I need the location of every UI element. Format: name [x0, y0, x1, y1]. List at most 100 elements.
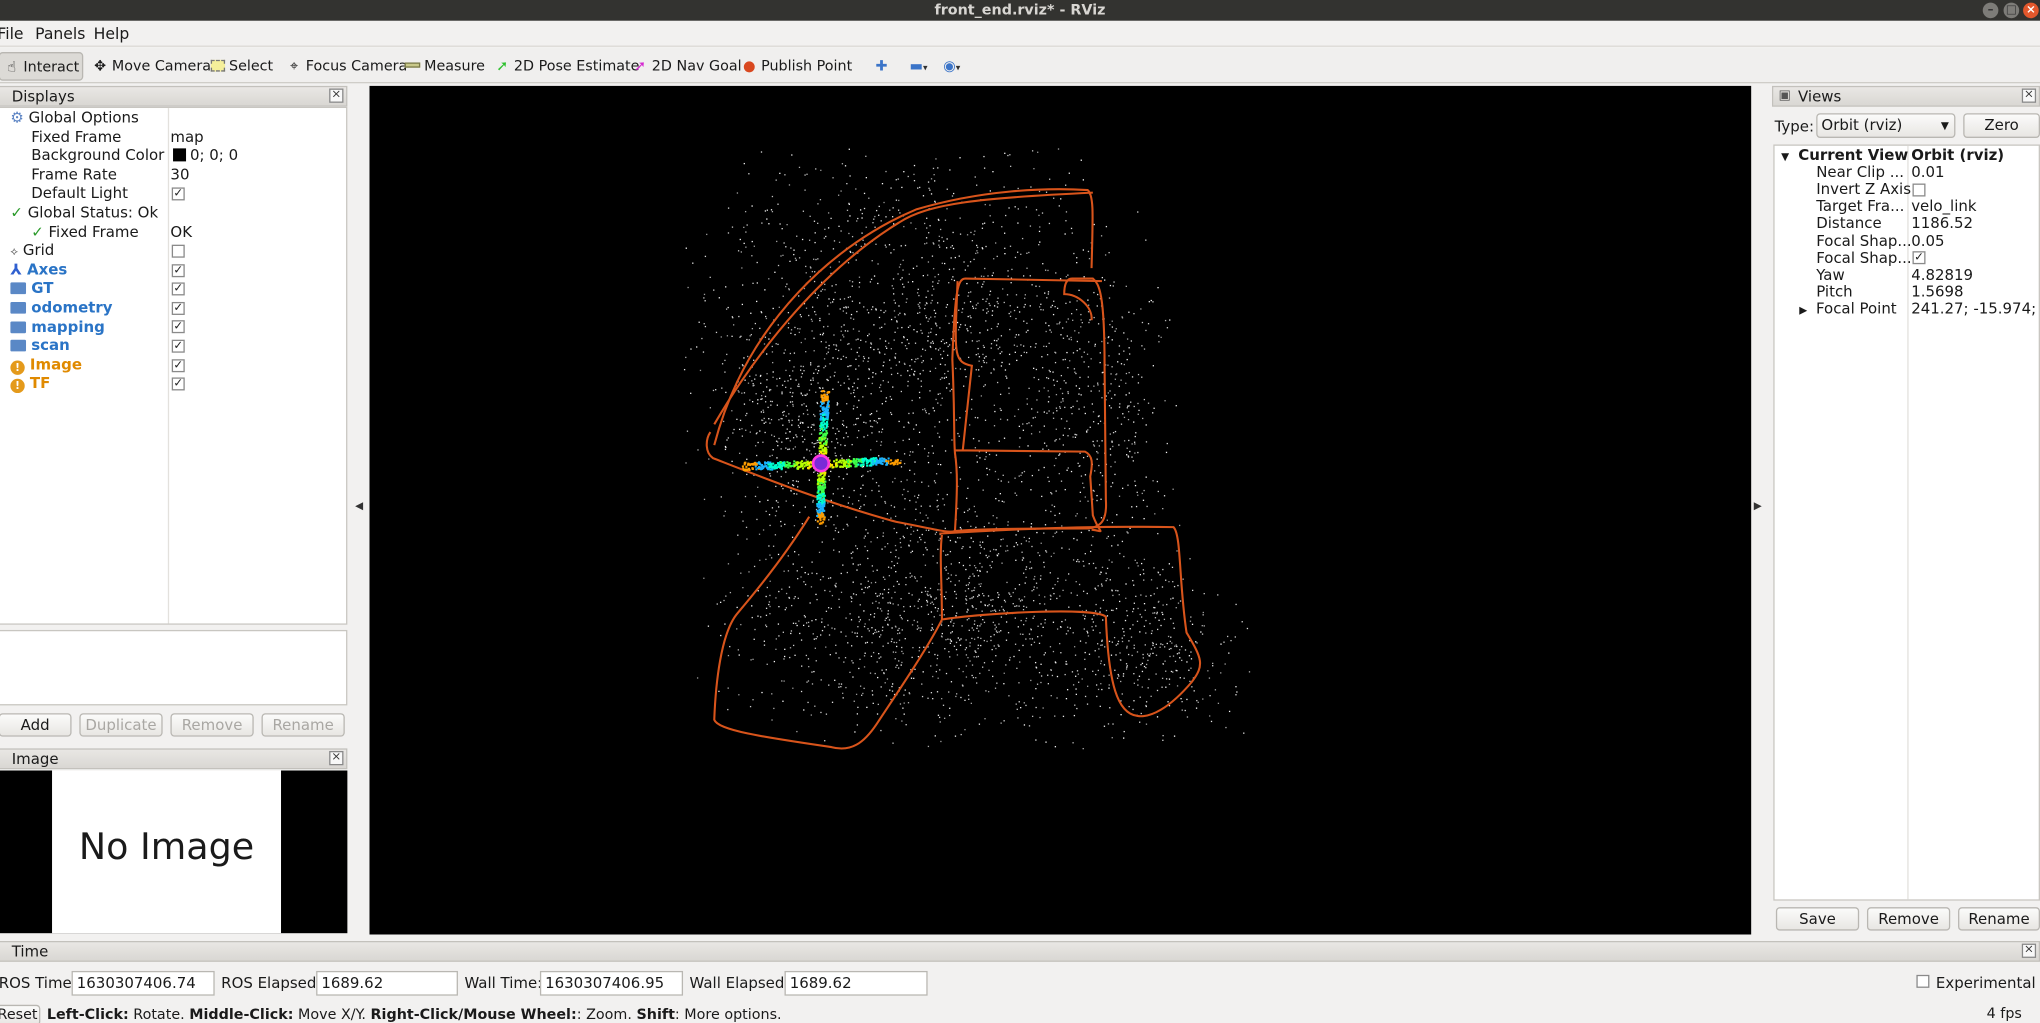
remove-display-button[interactable]: Remove — [170, 713, 254, 737]
map-point — [945, 569, 947, 571]
pose-estimate-tool[interactable]: ➚ 2D Pose Estimate — [490, 52, 639, 81]
map-point — [885, 170, 887, 173]
map-point — [908, 273, 910, 275]
map-point — [1045, 551, 1048, 553]
background-color-value[interactable]: 0; 0; 0 — [173, 146, 238, 165]
map-point — [980, 637, 982, 640]
default-light-checkbox[interactable]: ✓ — [171, 187, 185, 201]
close-icon[interactable]: × — [2021, 88, 2037, 103]
map-point — [1122, 413, 1124, 415]
add-tool-icon[interactable]: ✚ — [860, 52, 888, 81]
near-clip-value[interactable]: 0.01 — [1911, 163, 1944, 182]
map-point — [804, 572, 806, 574]
map-point — [922, 408, 924, 411]
focal-point-value[interactable]: 241.27; -15.974; ... — [1911, 299, 2040, 318]
display-item-axes[interactable]: ⅄ Axes — [10, 260, 67, 279]
display-item-grid[interactable]: ⟡ Grid — [10, 241, 54, 260]
scan-point — [821, 411, 824, 415]
reset-button[interactable]: Reset — [0, 1004, 41, 1023]
focal-shape-fixed-checkbox[interactable]: ✓ — [1912, 251, 1926, 265]
axes-checkbox[interactable]: ✓ — [171, 264, 185, 278]
gt-checkbox[interactable]: ✓ — [171, 282, 185, 296]
focus-camera-tool[interactable]: ⌖ Focus Camera — [282, 52, 407, 81]
map-point — [946, 208, 948, 210]
remove-view-button[interactable]: Remove — [1866, 907, 1951, 931]
mapping-checkbox[interactable]: ✓ — [171, 320, 185, 334]
display-item-odometry[interactable]: odometry — [10, 298, 113, 317]
frame-rate-value[interactable]: 30 — [170, 165, 189, 184]
map-point — [934, 201, 936, 203]
focal-point-row[interactable]: ▶ Focal Point — [1799, 299, 1896, 318]
map-point — [1008, 207, 1010, 209]
maximize-icon[interactable]: □ — [2003, 2, 2020, 19]
right-splitter-arrow-icon[interactable]: ▶ — [1754, 500, 1762, 512]
map-point — [1189, 558, 1191, 560]
add-display-button[interactable]: Add — [0, 713, 72, 737]
camera-type-icon[interactable]: ◉▾ — [928, 52, 960, 81]
display-item-mapping[interactable]: mapping — [10, 317, 105, 336]
experimental-checkbox[interactable] — [1916, 974, 1930, 988]
map-point — [783, 655, 786, 658]
zero-button[interactable]: Zero — [1963, 113, 2040, 138]
map-point — [762, 441, 764, 443]
grid-checkbox[interactable] — [171, 244, 185, 258]
map-point — [1134, 452, 1136, 454]
menu-file[interactable]: File — [0, 25, 24, 43]
map-point — [1078, 408, 1080, 410]
menu-help[interactable]: Help — [94, 25, 130, 43]
move-camera-tool[interactable]: ✥ Move Camera — [88, 52, 211, 81]
focal-shape-size-value[interactable]: 0.05 — [1911, 231, 1944, 250]
map-point — [939, 378, 942, 381]
ros-elapsed-field[interactable]: 1689.62 — [316, 970, 458, 996]
select-tool[interactable]: Select — [206, 52, 273, 81]
render-viewport[interactable] — [369, 85, 1752, 935]
fixed-frame-value[interactable]: map — [170, 127, 203, 146]
global-options-row[interactable]: ⚙ Global Options — [10, 108, 138, 127]
ros-time-field[interactable]: 1630307406.74 — [71, 970, 215, 996]
map-point — [875, 209, 878, 212]
wall-time-field[interactable]: 1630307406.95 — [539, 970, 684, 996]
measure-tool[interactable]: Measure — [401, 52, 485, 81]
close-icon[interactable]: × — [329, 750, 344, 766]
map-point — [1076, 257, 1078, 259]
map-point — [752, 658, 754, 661]
map-point — [823, 626, 826, 628]
duplicate-display-button[interactable]: Duplicate — [79, 713, 163, 737]
map-point — [1126, 614, 1129, 617]
scan-checkbox[interactable]: ✓ — [171, 339, 185, 353]
invert-z-checkbox[interactable] — [1912, 183, 1926, 197]
display-item-gt[interactable]: GT — [10, 279, 53, 298]
display-item-image[interactable]: ! Image — [10, 355, 82, 375]
close-icon[interactable]: × — [2021, 943, 2037, 958]
wall-elapsed-field[interactable]: 1689.62 — [784, 970, 928, 996]
map-point — [1095, 625, 1097, 627]
close-icon[interactable]: × — [329, 88, 344, 103]
map-point — [927, 590, 929, 593]
save-view-button[interactable]: Save — [1775, 907, 1860, 931]
view-type-select[interactable]: Orbit (rviz) ▼ — [1816, 113, 1956, 138]
map-point — [909, 469, 911, 472]
rename-view-button[interactable]: Rename — [1958, 907, 2040, 931]
rename-display-button[interactable]: Rename — [261, 713, 345, 737]
map-point — [1003, 610, 1005, 612]
display-item-tf[interactable]: ! TF — [10, 374, 50, 394]
nav-goal-tool[interactable]: ➚ 2D Nav Goal — [628, 52, 741, 81]
odometry-checkbox[interactable]: ✓ — [171, 301, 185, 315]
menu-panels[interactable]: Panels — [35, 25, 85, 43]
publish-point-tool[interactable]: ● Publish Point — [738, 52, 852, 81]
map-point — [937, 349, 940, 351]
minimize-icon[interactable]: – — [1982, 2, 1999, 19]
map-point — [815, 593, 817, 596]
global-status-row[interactable]: ✓ Global Status: Ok — [10, 203, 158, 222]
interact-tool[interactable]: ☝ Interact — [0, 52, 84, 81]
image-checkbox[interactable]: ✓ — [171, 359, 185, 373]
close-icon[interactable]: × — [2023, 2, 2039, 19]
tf-checkbox[interactable]: ✓ — [171, 377, 185, 391]
map-point — [792, 644, 795, 647]
map-point — [737, 250, 740, 252]
left-splitter-arrow-icon[interactable]: ◀ — [355, 500, 363, 512]
remove-tool-icon[interactable]: ▬▾ — [894, 52, 927, 81]
map-point — [782, 700, 784, 702]
display-item-scan[interactable]: scan — [10, 336, 70, 355]
map-point — [1065, 633, 1068, 635]
